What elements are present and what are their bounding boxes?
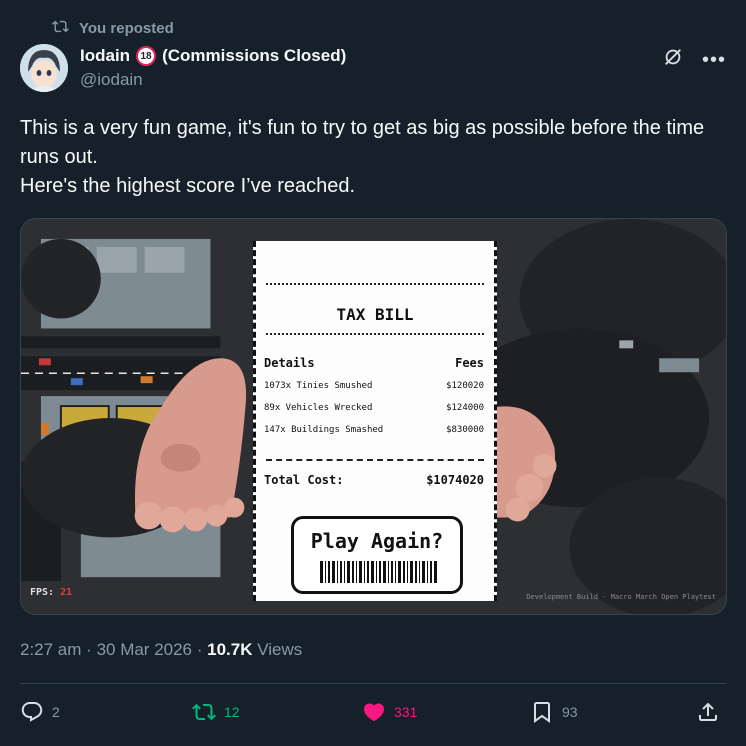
fees-header: Fees (455, 356, 484, 370)
repost-indicator: You reposted (52, 18, 174, 39)
avatar[interactable] (20, 44, 68, 92)
author-block: Iodain 18 (Commissions Closed) @iodain (80, 46, 346, 90)
views-label: Views (257, 640, 303, 659)
receipt-divider (266, 283, 484, 285)
bookmark-count: 93 (562, 704, 578, 720)
tweet-meta: 2:27 am · 30 Mar 2026 · 10.7K Views (20, 640, 302, 660)
more-options-icon[interactable]: ••• (702, 50, 726, 70)
reply-count: 2 (52, 704, 60, 720)
like-button[interactable]: 331 (362, 700, 417, 724)
display-name-suffix[interactable]: (Commissions Closed) (162, 46, 346, 66)
user-handle[interactable]: @iodain (80, 70, 346, 90)
receipt-line-item: 89x Vehicles Wrecked $124000 (264, 403, 484, 413)
meta-separator: · (86, 640, 97, 659)
receipt-line-item: 147x Buildings Smashed $830000 (264, 425, 484, 435)
tweet-time[interactable]: 2:27 am (20, 640, 81, 659)
receipt-header-row: Details Fees (264, 356, 484, 370)
like-count: 331 (394, 704, 418, 720)
barcode-icon (320, 561, 437, 583)
bookmark-icon (534, 702, 550, 723)
line-item-label: 89x Vehicles Wrecked (264, 403, 373, 413)
age-18-icon: 18 (136, 46, 157, 66)
total-label: Total Cost: (264, 473, 344, 487)
repost-count: 12 (224, 704, 240, 720)
reply-icon (21, 702, 43, 722)
dev-build-label: Development Build - Macro March Open Pla… (526, 593, 716, 601)
fps-counter: FPS: 21 (30, 587, 72, 598)
line-item-label: 147x Buildings Smashed (264, 425, 384, 435)
receipt-total-row: Total Cost: $1074020 (264, 473, 484, 487)
tweet-top-actions: ••• (662, 46, 726, 73)
repost-label: You reposted (79, 20, 174, 37)
repost-icon (192, 703, 216, 721)
tweet-text-line: Here's the highest score I’ve reached. (20, 175, 356, 197)
heart-icon (363, 703, 385, 722)
play-again-button[interactable]: Play Again? (291, 516, 463, 594)
line-item-label: 1073x Tinies Smushed (264, 381, 373, 391)
receipt-title: TAX BILL (336, 305, 414, 324)
details-header: Details (264, 356, 315, 370)
receipt-line-item: 1073x Tinies Smushed $120020 (264, 381, 484, 391)
action-bar: 2 12 331 93 (20, 700, 726, 730)
bookmark-button[interactable]: 93 (530, 700, 578, 724)
repost-button[interactable]: 12 (192, 700, 240, 724)
line-item-fee: $830000 (446, 425, 484, 435)
share-icon (699, 702, 717, 721)
line-item-fee: $124000 (446, 403, 484, 413)
meta-separator: · (196, 640, 208, 659)
tweet-date[interactable]: 30 Mar 2026 (97, 640, 192, 659)
views-count: 10.7K (207, 640, 253, 659)
grok-icon[interactable] (662, 46, 684, 73)
display-name[interactable]: Iodain (80, 46, 130, 66)
reply-button[interactable]: 2 (20, 700, 60, 724)
fps-label: FPS: (30, 587, 55, 598)
divider (20, 683, 726, 684)
total-value: $1074020 (426, 473, 484, 487)
tweet-text: This is a very fun game, it's fun to try… (20, 114, 728, 201)
play-again-label: Play Again? (310, 529, 444, 553)
tax-bill-receipt: TAX BILL Details Fees 1073x Tinies Smush… (253, 241, 497, 601)
tweet-text-line: This is a very fun game, it's fun to try… (20, 117, 705, 168)
share-button[interactable] (696, 700, 720, 724)
tweet-card: You reposted Iodain 18 (Commissions Clos… (0, 0, 746, 746)
fps-value: 21 (60, 587, 73, 598)
media-image[interactable]: TAX BILL Details Fees 1073x Tinies Smush… (20, 218, 727, 615)
receipt-divider (266, 333, 484, 335)
repost-icon (52, 18, 69, 39)
line-item-fee: $120020 (446, 381, 484, 391)
receipt-divider (266, 459, 484, 461)
